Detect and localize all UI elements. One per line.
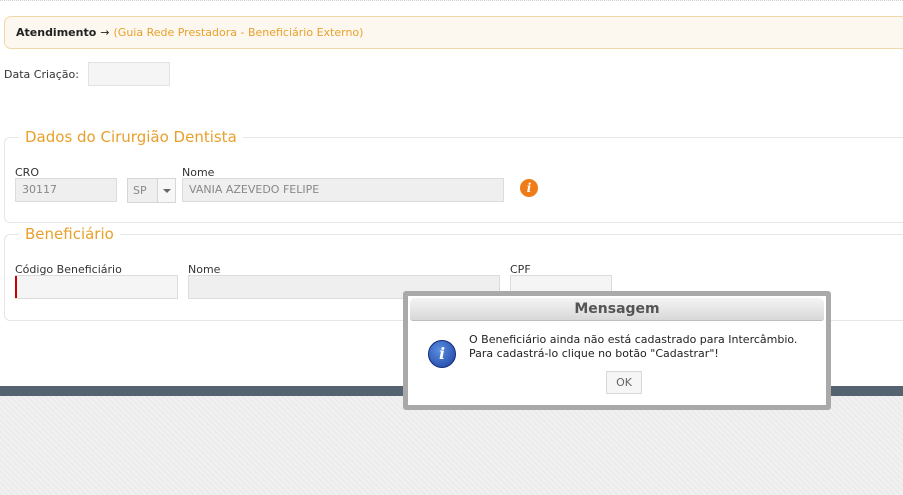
data-criacao-input[interactable]	[88, 62, 170, 86]
cro-field[interactable]: 30117	[15, 178, 117, 202]
breadcrumb: Atendimento → (Guia Rede Prestadora - Be…	[4, 16, 903, 49]
info-blue-icon: i	[428, 340, 456, 368]
dialog-message-line1: O Beneficiário ainda não está cadastrado…	[469, 333, 798, 346]
dialog-message-line2: Para cadastrá-lo clique no botão "Cadast…	[469, 347, 719, 360]
info-orange-icon[interactable]: i	[520, 179, 538, 197]
required-indicator	[15, 276, 17, 298]
breadcrumb-root[interactable]: Atendimento	[16, 26, 96, 39]
codigo-beneficiario-field[interactable]	[15, 275, 178, 299]
top-divider	[0, 0, 903, 3]
dentista-legend: Dados do Cirurgião Dentista	[25, 128, 237, 146]
dialog-message: O Beneficiário ainda não está cadastrado…	[469, 333, 797, 361]
dentista-nome-field[interactable]: VANIA AZEVEDO FELIPE	[182, 178, 504, 202]
data-criacao-label: Data Criação:	[4, 68, 79, 81]
chevron-down-icon[interactable]	[157, 179, 175, 202]
beneficiario-legend: Beneficiário	[25, 225, 114, 243]
footer-background	[0, 396, 903, 495]
ok-button[interactable]: OK	[606, 371, 642, 394]
dentista-panel: Dados do Cirurgião Dentista	[4, 128, 903, 223]
message-dialog: Mensagem i O Beneficiário ainda não está…	[403, 291, 831, 410]
message-dialog-body: Mensagem i O Beneficiário ainda não está…	[408, 296, 826, 405]
breadcrumb-current: (Guia Rede Prestadora - Beneficiário Ext…	[113, 26, 364, 39]
dialog-title[interactable]: Mensagem	[410, 298, 824, 321]
breadcrumb-arrow-icon: →	[100, 26, 110, 39]
uf-select[interactable]: SP	[127, 178, 176, 203]
